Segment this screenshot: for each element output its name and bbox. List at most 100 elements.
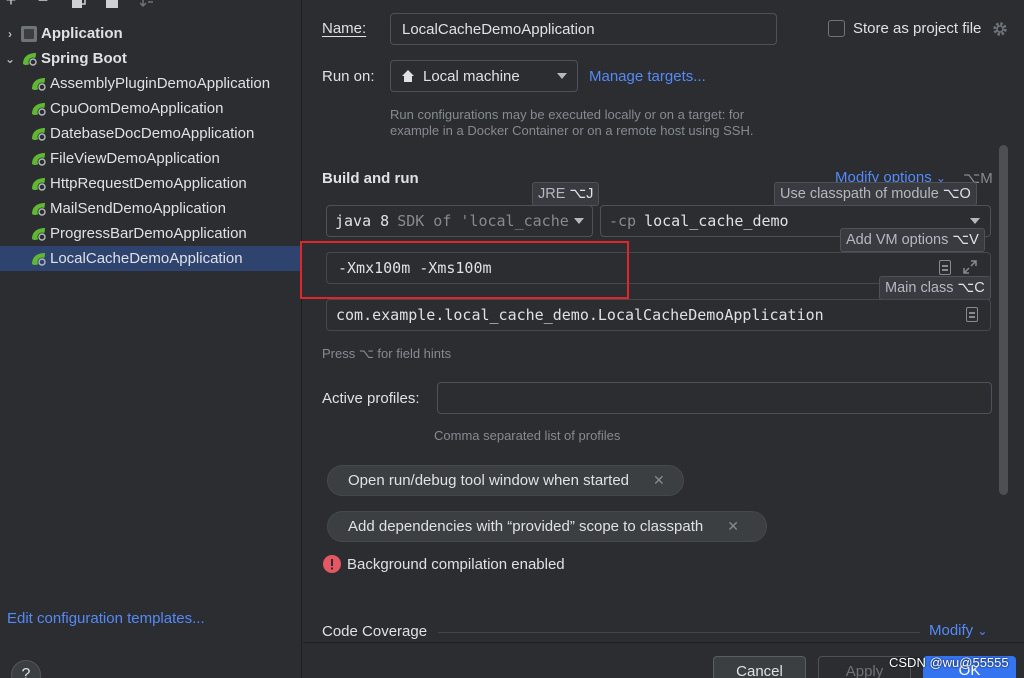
tooltip-text: Add VM options: [846, 232, 949, 248]
jre-select[interactable]: java 8 SDK of 'local_cache: [326, 205, 593, 237]
cancel-button[interactable]: Cancel: [713, 656, 806, 678]
spring-boot-icon: [32, 177, 47, 191]
tree-group-label: Application: [41, 25, 123, 42]
store-as-project-label[interactable]: Store as project file: [853, 20, 981, 37]
classpath-tooltip: Use classpath of module ⌥O: [774, 182, 977, 206]
tree-item-label: AssemblyPluginDemoApplication: [50, 75, 271, 92]
home-icon: [402, 70, 414, 82]
tooltip-shortcut: ⌥C: [957, 280, 985, 296]
run-on-select[interactable]: Local machine: [390, 60, 578, 92]
dropdown-arrow-icon: [970, 218, 980, 224]
vm-options-tooltip: Add VM options ⌥V: [840, 228, 985, 252]
document-icon[interactable]: [939, 260, 951, 275]
active-profiles-label: Active profiles:: [322, 390, 420, 407]
close-icon[interactable]: ✕: [653, 472, 665, 489]
spring-boot-icon: [32, 127, 47, 141]
tree-item-label: HttpRequestDemoApplication: [50, 175, 247, 192]
add-icon[interactable]: +: [2, 0, 20, 10]
remove-icon[interactable]: −: [34, 0, 52, 10]
main-class-tooltip: Main class ⌥C: [879, 276, 991, 300]
tree-item-datebase-doc-demo[interactable]: DatebaseDocDemoApplication: [0, 121, 302, 146]
spring-boot-icon: [32, 252, 47, 266]
spring-boot-icon: [32, 227, 47, 241]
tooltip-shortcut: ⌥J: [569, 186, 594, 202]
sort-icon[interactable]: [138, 0, 156, 10]
section-divider: [438, 632, 920, 633]
field-hints-text: Press ⌥ for field hints: [322, 346, 452, 361]
document-icon[interactable]: [966, 307, 978, 322]
jre-value: java 8: [335, 212, 390, 230]
store-as-project-checkbox[interactable]: [828, 20, 845, 37]
spring-boot-icon: [32, 152, 47, 166]
close-icon[interactable]: ✕: [727, 518, 739, 535]
tree-item-file-view-demo[interactable]: FileViewDemoApplication: [0, 146, 302, 171]
chevron-right-icon[interactable]: ›: [3, 27, 17, 41]
tooltip-text: Use classpath of module: [780, 186, 939, 202]
open-tool-window-option[interactable]: Open run/debug tool window when started …: [327, 465, 684, 496]
tooltip-shortcut: ⌥V: [952, 232, 979, 248]
tooltip-text: Main class: [885, 280, 954, 296]
spring-boot-icon: [32, 77, 47, 91]
tree-item-label: MailSendDemoApplication: [50, 200, 226, 217]
tree-item-label: LocalCacheDemoApplication: [50, 250, 243, 267]
run-on-label: Run on:: [322, 68, 375, 85]
jre-tooltip: JRE ⌥J: [532, 182, 600, 206]
new-folder-icon[interactable]: [104, 0, 122, 10]
highlight-box: [300, 241, 629, 299]
tooltip-shortcut: ⌥O: [942, 186, 971, 202]
chevron-down-icon: ⌄: [977, 624, 988, 638]
classpath-module-value: local_cache_demo: [644, 212, 789, 230]
code-coverage-title: Code Coverage: [322, 623, 428, 640]
main-class-input[interactable]: com.example.local_cache_demo.LocalCacheD…: [326, 299, 991, 331]
cp-flag: -cp: [609, 212, 637, 230]
dropdown-arrow-icon: [557, 73, 567, 79]
tree-item-mail-send-demo[interactable]: MailSendDemoApplication: [0, 196, 302, 221]
dropdown-arrow-icon: [574, 218, 584, 224]
watermark: CSDN @wu@55555: [889, 655, 1009, 670]
configuration-tree-panel: + − › Application ⌄ Spring Boot Assembly…: [0, 0, 302, 678]
main-class-value: com.example.local_cache_demo.LocalCacheD…: [336, 306, 824, 324]
tree-item-label: FileViewDemoApplication: [50, 150, 220, 167]
tree-item-label: DatebaseDocDemoApplication: [50, 125, 255, 142]
spring-boot-icon: [23, 52, 38, 66]
option-label: Open run/debug tool window when started: [348, 472, 630, 489]
modify-code-coverage-link[interactable]: Modify ⌄: [929, 622, 987, 639]
edit-configuration-templates-link[interactable]: Edit configuration templates...: [7, 610, 205, 627]
vertical-scrollbar[interactable]: [999, 145, 1008, 495]
tree-item-http-request-demo[interactable]: HttpRequestDemoApplication: [0, 171, 302, 196]
tree-group-spring-boot[interactable]: ⌄ Spring Boot: [0, 46, 302, 71]
build-and-run-title: Build and run: [322, 170, 419, 187]
spring-boot-icon: [32, 102, 47, 116]
gear-icon[interactable]: [992, 21, 1008, 37]
provided-scope-option[interactable]: Add dependencies with “provided” scope t…: [327, 511, 767, 542]
name-label: Name:: [322, 20, 367, 37]
application-icon: [21, 25, 37, 42]
manage-targets-link[interactable]: Manage targets...: [589, 68, 706, 85]
tree-item-assembly-plugin-demo[interactable]: AssemblyPluginDemoApplication: [0, 71, 302, 96]
tooltip-text: JRE: [538, 186, 566, 202]
tree-item-progress-bar-demo[interactable]: ProgressBarDemoApplication: [0, 221, 302, 246]
profiles-hint: Comma separated list of profiles: [434, 428, 621, 443]
tree-item-cpu-oom-demo[interactable]: CpuOomDemoApplication: [0, 96, 302, 121]
run-on-hint-line-1: Run configurations may be executed local…: [390, 107, 745, 122]
jre-sdk-description: SDK of 'local_cache: [397, 212, 569, 230]
tree-toolbar: + −: [0, 0, 200, 12]
active-profiles-input[interactable]: [437, 382, 992, 414]
tree-item-label: CpuOomDemoApplication: [50, 100, 224, 117]
option-label: Add dependencies with “provided” scope t…: [348, 518, 704, 535]
error-icon: [323, 555, 341, 573]
run-on-value: Local machine: [423, 67, 520, 85]
chevron-down-icon[interactable]: ⌄: [3, 52, 17, 66]
tree-item-local-cache-demo[interactable]: LocalCacheDemoApplication: [0, 246, 302, 271]
name-input[interactable]: LocalCacheDemoApplication: [390, 13, 777, 45]
help-button[interactable]: ?: [11, 660, 41, 678]
tree-group-application[interactable]: › Application: [0, 21, 302, 46]
bottom-separator: [303, 642, 1024, 643]
spring-boot-icon: [32, 202, 47, 216]
copy-icon[interactable]: [70, 0, 88, 10]
expand-icon[interactable]: [962, 259, 978, 275]
tree-group-label: Spring Boot: [41, 50, 127, 67]
modify-label: Modify: [929, 622, 974, 639]
background-compilation-text: Background compilation enabled: [347, 556, 565, 573]
run-on-hint-line-2: example in a Docker Container or on a re…: [390, 123, 754, 138]
